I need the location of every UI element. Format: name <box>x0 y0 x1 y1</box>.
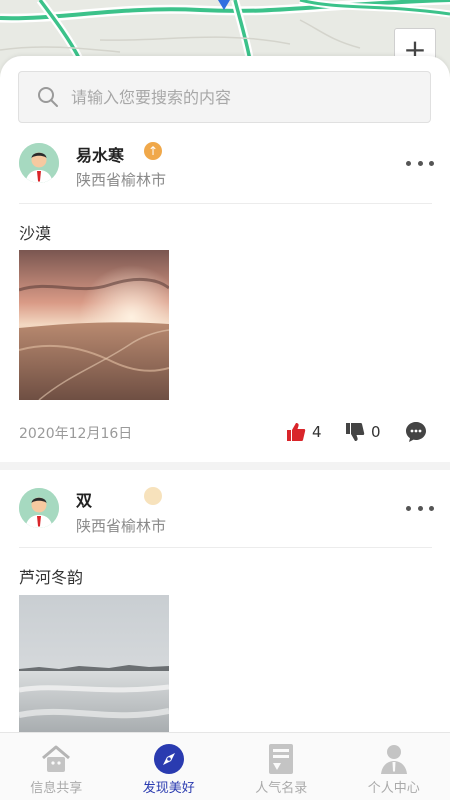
post-image[interactable] <box>19 250 169 400</box>
location-text: 陕西省榆林市 <box>76 517 167 535</box>
person-icon <box>378 743 410 775</box>
dislike-count: 0 <box>371 423 381 441</box>
tab-label: 人气名录 <box>255 781 308 796</box>
level-badge-icon <box>144 487 162 505</box>
tab-label: 信息共享 <box>30 781 83 796</box>
tab-label: 发现美好 <box>142 781 195 796</box>
location-text: 陕西省榆林市 <box>76 171 167 189</box>
post-separator <box>0 462 450 470</box>
tab-profile[interactable]: 个人中心 <box>338 733 450 800</box>
like-button[interactable]: 4 <box>286 422 322 442</box>
user-avatar-icon <box>19 488 59 528</box>
tab-info-share[interactable]: 信息共享 <box>0 733 113 800</box>
thumbs-down-icon <box>346 423 365 441</box>
search-panel <box>0 56 450 140</box>
post-image[interactable] <box>19 595 169 732</box>
more-options-button[interactable] <box>406 498 434 518</box>
username[interactable]: 易水寒 <box>76 142 124 166</box>
post-title: 沙漠 <box>19 224 52 243</box>
post-date: 2020年12月16日 <box>19 426 133 442</box>
more-options-button[interactable] <box>406 153 434 173</box>
tab-discover[interactable]: 发现美好 <box>113 733 226 800</box>
comment-icon <box>406 422 426 442</box>
comment-button[interactable] <box>405 421 427 443</box>
tab-ranking[interactable]: 人气名录 <box>225 733 338 800</box>
desert-photo <box>19 250 169 400</box>
avatar[interactable] <box>19 143 59 183</box>
thumbs-up-icon <box>287 423 306 441</box>
search-icon <box>38 87 58 107</box>
divider <box>19 203 432 204</box>
feed-list[interactable]: 易水寒 ↑ 陕西省榆林市 沙漠 2020年12月16日 4 0 双 陕西省榆林市… <box>0 140 450 732</box>
search-input[interactable] <box>71 87 391 107</box>
avatar[interactable] <box>19 488 59 528</box>
dislike-button[interactable]: 0 <box>345 422 381 442</box>
compass-icon <box>153 743 185 775</box>
like-count: 4 <box>312 423 322 441</box>
username[interactable]: 双 <box>76 487 92 511</box>
list-icon <box>265 743 297 775</box>
river-winter-photo <box>19 595 169 732</box>
level-badge-icon: ↑ <box>144 142 162 160</box>
house-icon <box>40 743 72 775</box>
user-avatar-icon <box>19 143 59 183</box>
divider <box>19 547 432 548</box>
search-box[interactable] <box>18 71 431 123</box>
bottom-tab-bar: 信息共享 发现美好 人气名录 个人中心 <box>0 732 450 800</box>
post-title: 芦河冬韵 <box>19 568 84 587</box>
tab-label: 个人中心 <box>367 781 420 796</box>
